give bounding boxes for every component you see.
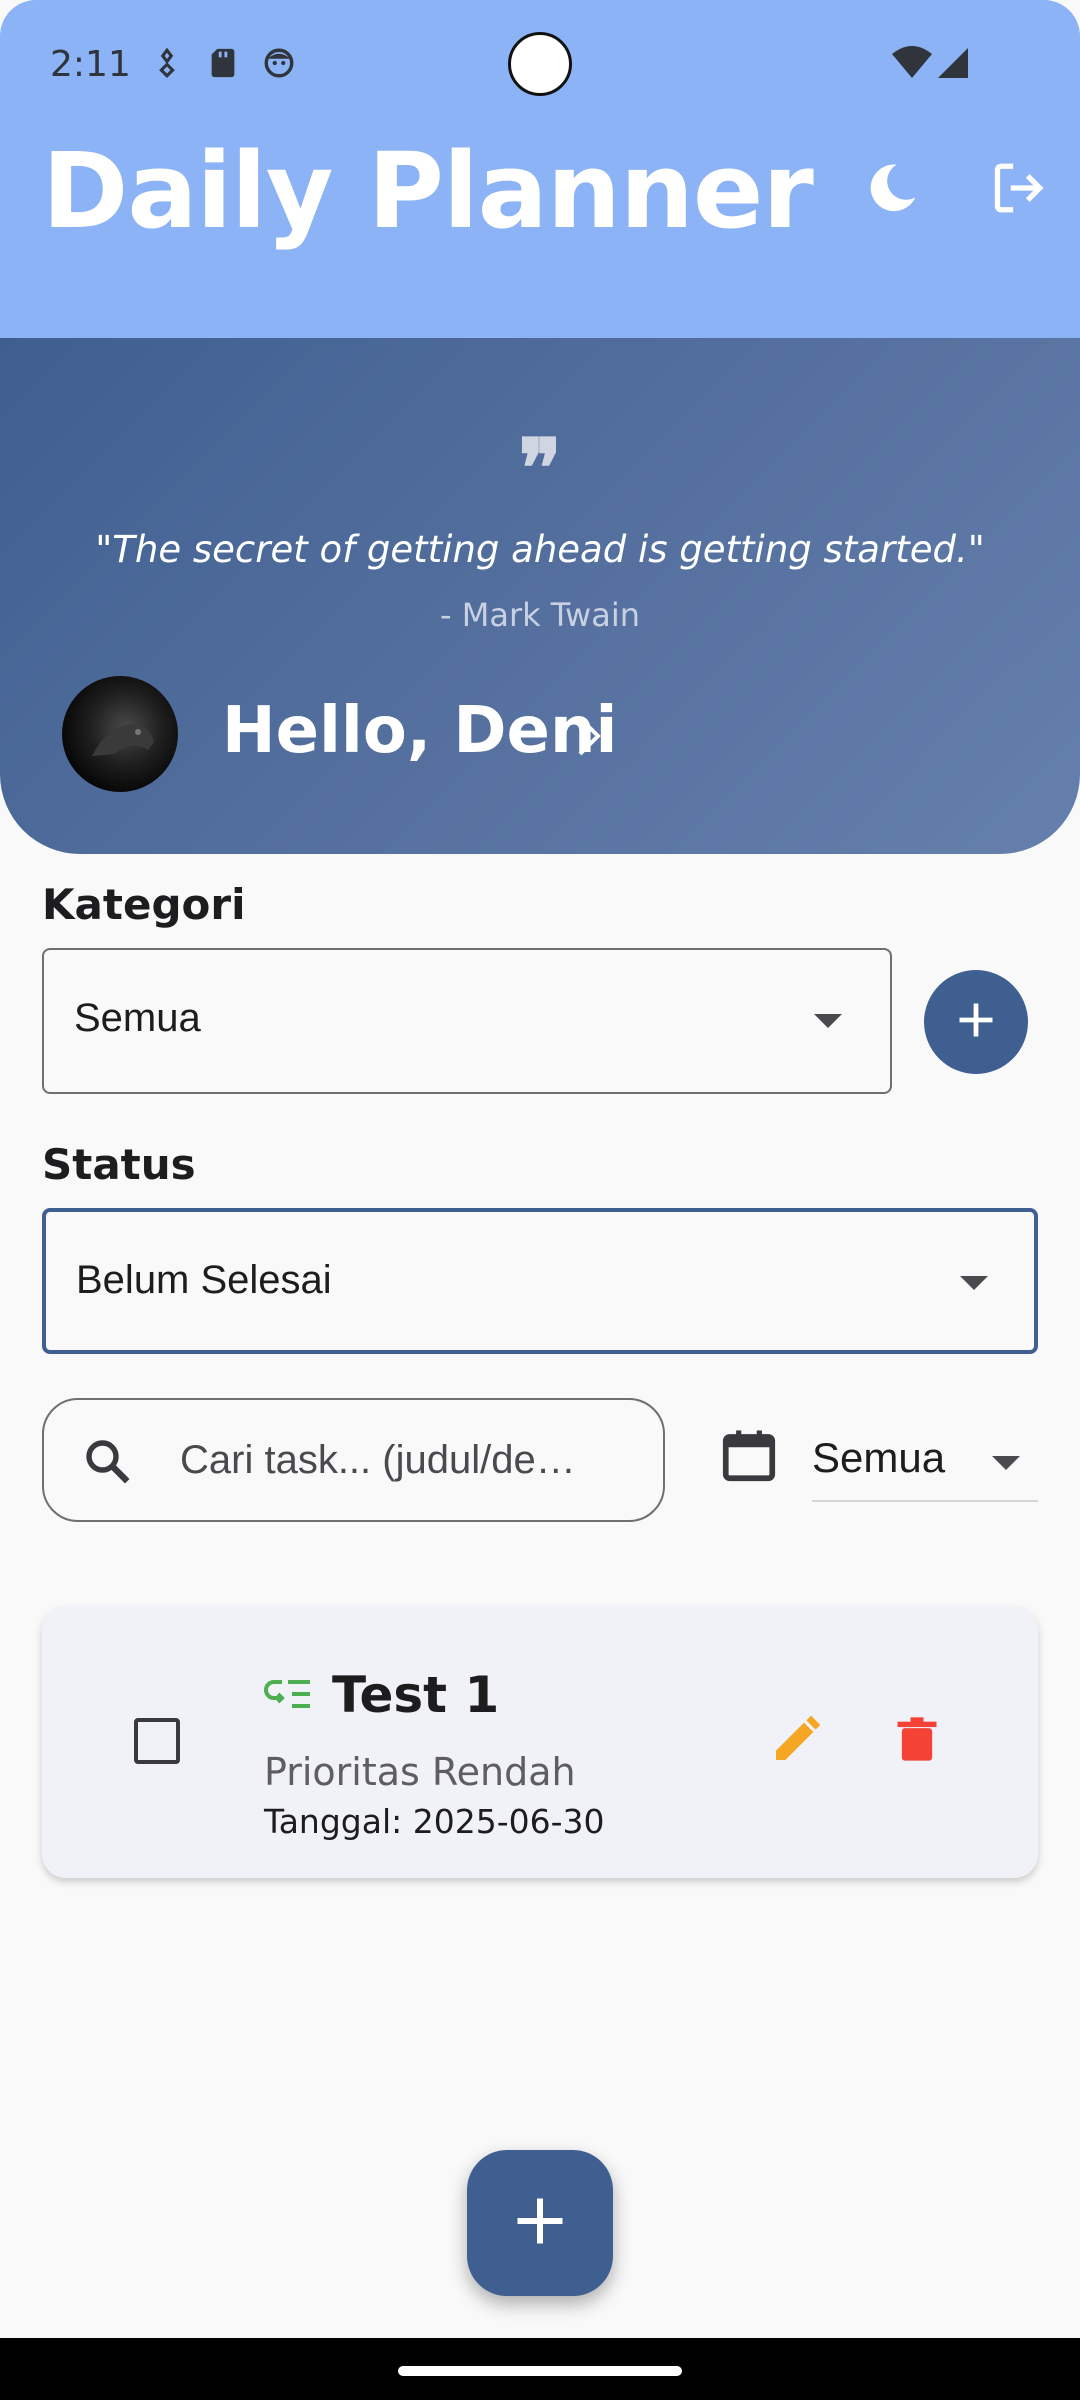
category-value: Semua [74,996,201,1040]
quote-mark-icon: ❞ [518,421,562,515]
logout-icon [989,159,1047,222]
task-priority: Prioritas Rendah [264,1750,576,1794]
camera-cutout [508,32,572,96]
face-icon [262,46,296,80]
search-placeholder: Cari task... (judul/de… [180,1438,576,1482]
trash-icon [891,1711,943,1772]
moon-icon [864,160,920,221]
category-label: Kategori [42,880,246,929]
app-bar: 2:11 Daily Planner [0,0,1080,338]
home-gesture-handle[interactable] [398,2366,682,2376]
quote-author: - Mark Twain [440,596,640,634]
caret-down-icon [992,1456,1020,1470]
add-task-button[interactable] [467,2150,613,2296]
sd-card-icon [206,46,240,80]
chevron-right-icon[interactable] [570,706,610,766]
signal-icon [936,46,970,80]
task-date: Tanggal: 2025-06-30 [264,1802,605,1841]
add-category-button[interactable] [924,970,1028,1074]
status-time: 2:11 [50,44,131,85]
low-priority-icon [264,1676,312,1717]
quote-text: "The secret of getting ahead is getting … [95,528,985,571]
logout-button[interactable] [978,150,1058,230]
task-checkbox[interactable] [134,1718,180,1764]
caret-down-icon [960,1276,988,1290]
task-card[interactable]: Test 1 Prioritas Rendah Tanggal: 2025-06… [42,1606,1038,1878]
search-input[interactable]: Cari task... (judul/de… [42,1398,665,1522]
app-title: Daily Planner [42,130,814,252]
status-dropdown[interactable]: Belum Selesai [42,1208,1038,1354]
wifi-icon [890,44,934,80]
pencil-icon [769,1711,825,1772]
date-filter-value: Semua [812,1434,946,1481]
task-title: Test 1 [332,1666,500,1724]
delete-task-button[interactable] [882,1706,952,1776]
avatar[interactable] [62,676,178,792]
date-filter-dropdown[interactable]: Semua [812,1420,1038,1502]
quote-header: ❞ "The secret of getting ahead is gettin… [0,338,1080,854]
status-bar: 2:11 [0,0,1080,130]
app-screen: 2:11 Daily Planner ❞ "The secret of gett… [0,0,1080,2400]
plus-icon [510,2191,570,2256]
edit-task-button[interactable] [762,1706,832,1776]
status-value: Belum Selesai [76,1258,332,1302]
caret-down-icon [814,1014,842,1028]
calendar-icon[interactable] [718,1424,780,1491]
vpn-key-icon [150,46,184,80]
plus-icon [954,998,998,1047]
status-label: Status [42,1140,196,1189]
greeting-text[interactable]: Hello, Deni [222,694,617,768]
category-dropdown[interactable]: Semua [42,948,892,1094]
search-icon [80,1434,134,1493]
theme-toggle-button[interactable] [852,150,932,230]
